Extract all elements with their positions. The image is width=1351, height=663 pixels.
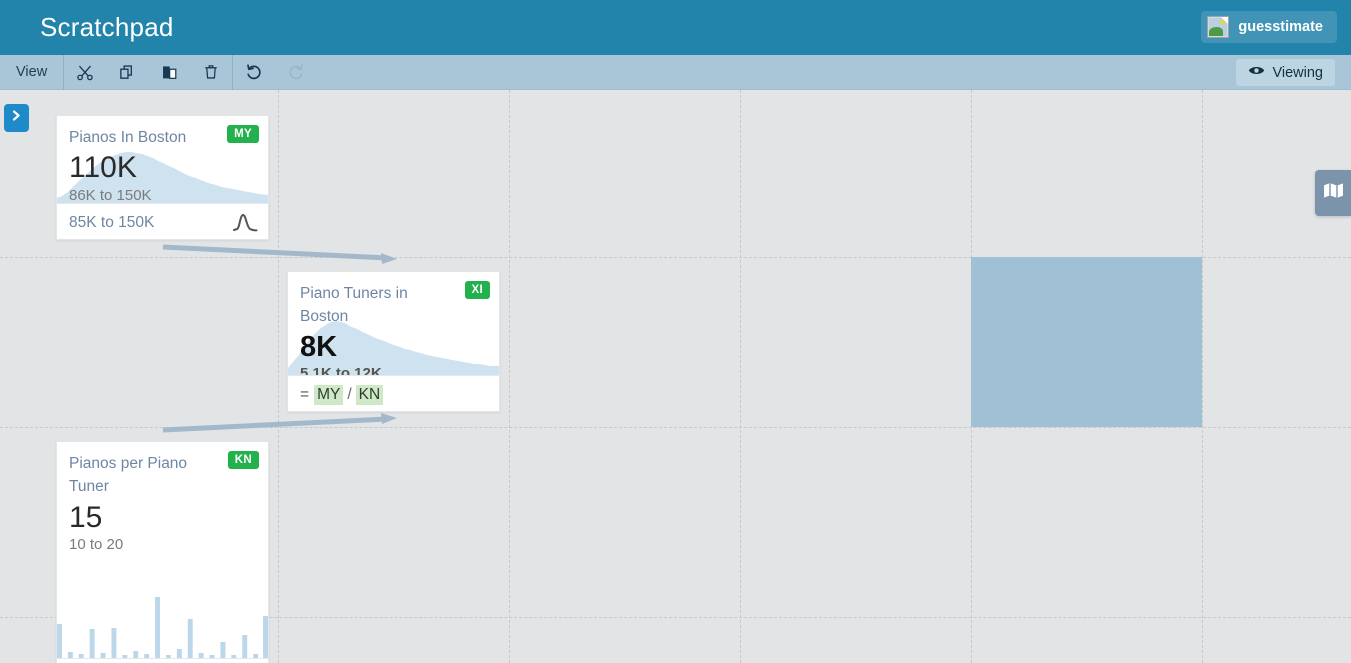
card-range: 5.1K to 12K [300, 364, 382, 375]
card-title: Piano Tuners in Boston [300, 285, 408, 326]
delete-button[interactable] [190, 55, 232, 90]
copy-button[interactable] [106, 55, 148, 90]
user-name-label: guesstimate [1238, 19, 1323, 35]
formula-equals: = [300, 385, 310, 403]
scissors-icon [76, 63, 95, 82]
undo-icon [244, 62, 264, 82]
copy-icon [118, 63, 137, 82]
undo-button[interactable] [233, 55, 275, 90]
card-value: 15 [69, 500, 103, 534]
model-canvas[interactable]: Pianos In Boston 110K 86K to 150K MY 85K… [0, 90, 1351, 663]
broken-image-icon [1207, 16, 1230, 38]
card-body: Pianos In Boston 110K 86K to 150K MY [57, 116, 268, 203]
view-menu-button[interactable]: View [0, 55, 63, 90]
metric-card-piano-tuners-in-boston[interactable]: Piano Tuners in Boston 8K 5.1K to 12K XI… [287, 271, 500, 412]
status-badge: KN [227, 451, 259, 469]
card-value: 8K [300, 330, 338, 363]
viewing-mode-button[interactable]: Viewing [1236, 59, 1335, 86]
card-range: 10 to 20 [69, 536, 124, 553]
card-body: Pianos per Piano Tuner 15 10 to 20 KN [57, 442, 268, 658]
redo-icon [286, 62, 306, 82]
card-range: 86K to 150K [69, 186, 152, 203]
user-menu[interactable]: guesstimate [1201, 11, 1337, 43]
app-header: Scratchpad guesstimate [0, 0, 1351, 55]
card-body: Piano Tuners in Boston 8K 5.1K to 12K XI [288, 272, 499, 375]
card-footer[interactable]: Custom × [57, 658, 268, 663]
metric-card-pianos-per-piano-tuner[interactable]: Pianos per Piano Tuner 15 10 to 20 KN [56, 441, 269, 663]
status-badge: XI [464, 281, 490, 299]
card-footer[interactable]: 85K to 150K [57, 203, 268, 239]
main-toolbar: View Viewing [0, 54, 1351, 90]
formula-operator: / [347, 385, 352, 403]
arrow-pianos-to-tuners [162, 244, 397, 264]
viewing-label: Viewing [1272, 64, 1323, 81]
chevron-right-icon [11, 109, 22, 127]
map-icon [1323, 182, 1344, 204]
formula-expression: = MY / KN [300, 384, 384, 405]
trash-icon [202, 63, 220, 81]
distribution-sparkline-icon [232, 211, 258, 238]
cut-button[interactable] [64, 55, 106, 90]
arrow-ratio-to-tuners [162, 413, 397, 433]
paste-button[interactable] [148, 55, 190, 90]
eye-icon [1248, 64, 1265, 82]
page-title: Scratchpad [40, 12, 174, 42]
card-value: 110K [69, 151, 137, 185]
status-badge: MY [227, 125, 259, 143]
sidebar-toggle-button[interactable] [4, 104, 29, 132]
card-footer[interactable]: = MY / KN [288, 375, 499, 411]
redo-button[interactable] [275, 55, 317, 90]
canvas-selection-region[interactable] [971, 257, 1202, 427]
minimap-button[interactable] [1315, 170, 1351, 216]
paste-icon [160, 63, 179, 82]
formula-ref-right[interactable]: KN [355, 384, 384, 405]
footer-range-label: 85K to 150K [69, 213, 155, 231]
metric-card-pianos-in-boston[interactable]: Pianos In Boston 110K 86K to 150K MY 85K… [56, 115, 269, 240]
formula-ref-left[interactable]: MY [314, 384, 344, 405]
